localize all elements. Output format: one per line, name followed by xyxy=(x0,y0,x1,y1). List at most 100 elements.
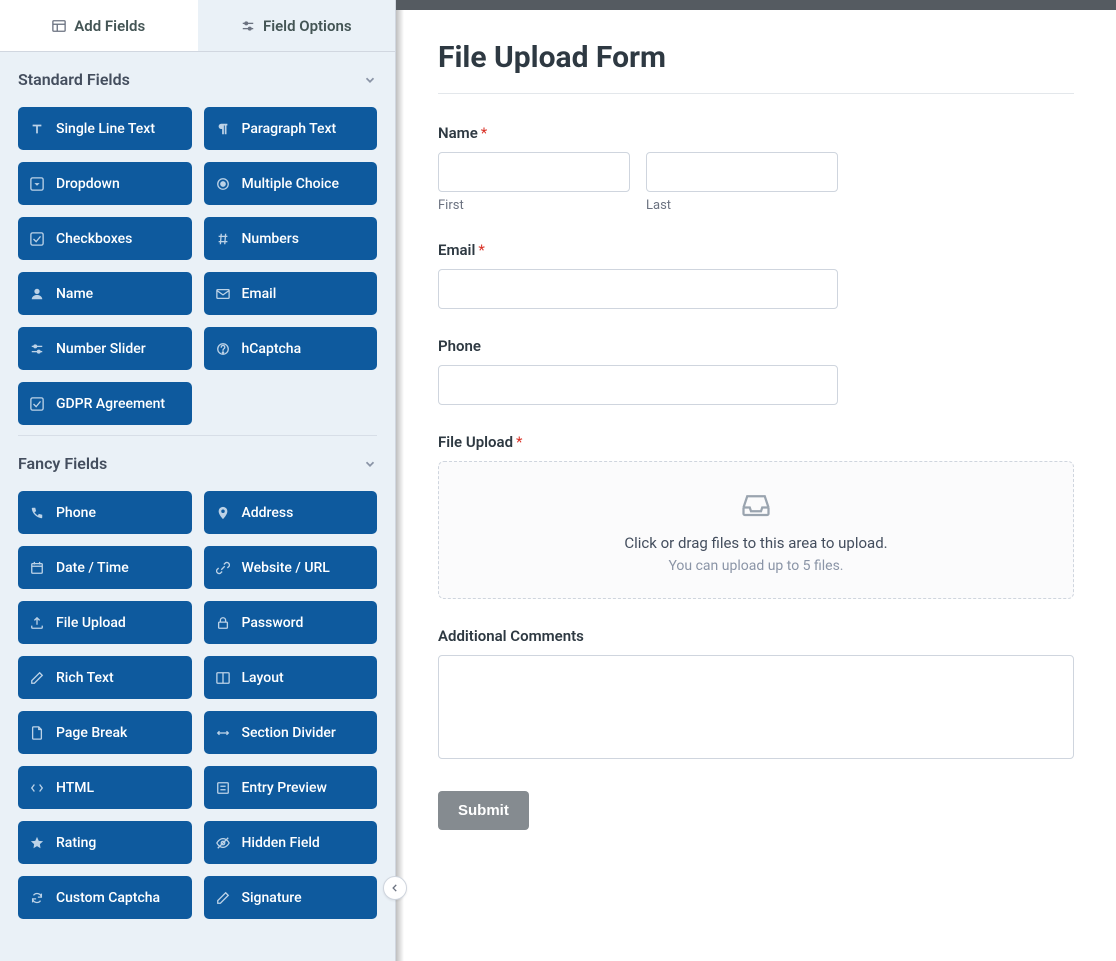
calendar-icon xyxy=(30,561,44,575)
field-label: Paragraph Text xyxy=(242,121,337,137)
comments-textarea[interactable] xyxy=(438,655,1074,759)
field-hidden-field[interactable]: Hidden Field xyxy=(204,821,378,864)
field-numbers[interactable]: Numbers xyxy=(204,217,378,260)
fancy-fields-grid: Phone Address Date / Time Website / URL … xyxy=(18,491,377,919)
field-gdpr-agreement[interactable]: GDPR Agreement xyxy=(18,382,192,425)
caret-square-icon xyxy=(30,177,44,191)
file-upload-dropzone[interactable]: Click or drag files to this area to uplo… xyxy=(438,461,1074,599)
email-label: Email* xyxy=(438,241,1074,259)
question-circle-icon xyxy=(216,342,230,356)
chevron-down-icon xyxy=(363,73,377,87)
comments-label: Additional Comments xyxy=(438,627,1074,645)
field-signature[interactable]: Signature xyxy=(204,876,378,919)
phone-input[interactable] xyxy=(438,365,838,405)
field-multiple-choice[interactable]: Multiple Choice xyxy=(204,162,378,205)
tab-add-fields[interactable]: Add Fields xyxy=(0,0,198,52)
field-html[interactable]: HTML xyxy=(18,766,192,809)
field-checkboxes[interactable]: Checkboxes xyxy=(18,217,192,260)
tab-label: Field Options xyxy=(263,17,352,35)
field-date-time[interactable]: Date / Time xyxy=(18,546,192,589)
form-field-email: Email* xyxy=(438,241,1074,309)
section-title: Standard Fields xyxy=(18,70,130,89)
field-custom-captcha[interactable]: Custom Captcha xyxy=(18,876,192,919)
required-star: * xyxy=(478,241,484,259)
upload-subtext: You can upload up to 5 files. xyxy=(459,558,1053,574)
field-single-line-text[interactable]: Single Line Text xyxy=(18,107,192,150)
arrows-h-icon xyxy=(216,726,230,740)
field-label: Custom Captcha xyxy=(56,890,160,906)
field-paragraph-text[interactable]: Paragraph Text xyxy=(204,107,378,150)
chevron-down-icon xyxy=(363,457,377,471)
field-entry-preview[interactable]: Entry Preview xyxy=(204,766,378,809)
form-title: File Upload Form xyxy=(438,40,1074,75)
last-sublabel: Last xyxy=(646,198,838,213)
field-label: Phone xyxy=(56,505,96,521)
phone-icon xyxy=(30,506,44,520)
field-label: HTML xyxy=(56,780,94,796)
file-icon xyxy=(30,726,44,740)
field-label: Name xyxy=(56,286,93,302)
link-icon xyxy=(216,561,230,575)
form-preview: File Upload Form Name* First Last xyxy=(396,0,1116,961)
tab-field-options[interactable]: Field Options xyxy=(198,0,396,52)
label-text: Name xyxy=(438,124,478,142)
last-name-input[interactable] xyxy=(646,152,838,192)
section-header-fancy[interactable]: Fancy Fields xyxy=(18,436,377,485)
file-upload-label: File Upload* xyxy=(438,433,1074,451)
section-title: Fancy Fields xyxy=(18,454,107,473)
field-page-break[interactable]: Page Break xyxy=(18,711,192,754)
layout-icon xyxy=(52,19,66,33)
field-label: Page Break xyxy=(56,725,127,741)
field-file-upload[interactable]: File Upload xyxy=(18,601,192,644)
field-label: hCaptcha xyxy=(242,341,302,357)
first-sublabel: First xyxy=(438,198,630,213)
field-name[interactable]: Name xyxy=(18,272,192,315)
first-name-input[interactable] xyxy=(438,152,630,192)
collapse-sidebar-button[interactable] xyxy=(383,876,407,900)
check-square-icon xyxy=(30,232,44,246)
field-label: Rich Text xyxy=(56,670,114,686)
form-field-phone: Phone xyxy=(438,337,1074,405)
field-label: Numbers xyxy=(242,231,299,247)
upload-text: Click or drag files to this area to uplo… xyxy=(459,534,1053,552)
field-label: Section Divider xyxy=(242,725,336,741)
tab-label: Add Fields xyxy=(74,17,145,35)
field-password[interactable]: Password xyxy=(204,601,378,644)
form-field-comments: Additional Comments xyxy=(438,627,1074,763)
preview-topbar xyxy=(396,0,1116,10)
pencil-icon xyxy=(216,891,230,905)
field-address[interactable]: Address xyxy=(204,491,378,534)
field-layout[interactable]: Layout xyxy=(204,656,378,699)
paragraph-icon xyxy=(216,122,230,136)
field-label: Address xyxy=(242,505,294,521)
field-label: Password xyxy=(242,615,304,631)
label-text: File Upload xyxy=(438,433,513,451)
sidebar-body: Standard Fields Single Line Text Paragra… xyxy=(0,52,395,939)
field-section-divider[interactable]: Section Divider xyxy=(204,711,378,754)
field-label: File Upload xyxy=(56,615,126,631)
label-text: Email xyxy=(438,241,475,259)
form-divider xyxy=(438,93,1074,94)
email-input[interactable] xyxy=(438,269,838,309)
field-number-slider[interactable]: Number Slider xyxy=(18,327,192,370)
field-hcaptcha[interactable]: hCaptcha xyxy=(204,327,378,370)
upload-icon xyxy=(30,616,44,630)
section-header-standard[interactable]: Standard Fields xyxy=(18,52,377,101)
list-icon xyxy=(216,781,230,795)
field-label: Signature xyxy=(242,890,302,906)
hash-icon xyxy=(216,232,230,246)
field-label: Entry Preview xyxy=(242,780,327,796)
field-rich-text[interactable]: Rich Text xyxy=(18,656,192,699)
field-label: Multiple Choice xyxy=(242,176,339,192)
sliders-icon xyxy=(241,19,255,33)
field-label: Rating xyxy=(56,835,96,851)
field-label: Number Slider xyxy=(56,341,146,357)
field-website-url[interactable]: Website / URL xyxy=(204,546,378,589)
field-dropdown[interactable]: Dropdown xyxy=(18,162,192,205)
submit-button[interactable]: Submit xyxy=(438,791,529,830)
field-rating[interactable]: Rating xyxy=(18,821,192,864)
field-email[interactable]: Email xyxy=(204,272,378,315)
field-phone[interactable]: Phone xyxy=(18,491,192,534)
refresh-icon xyxy=(30,891,44,905)
form-field-name: Name* First Last xyxy=(438,124,1074,213)
